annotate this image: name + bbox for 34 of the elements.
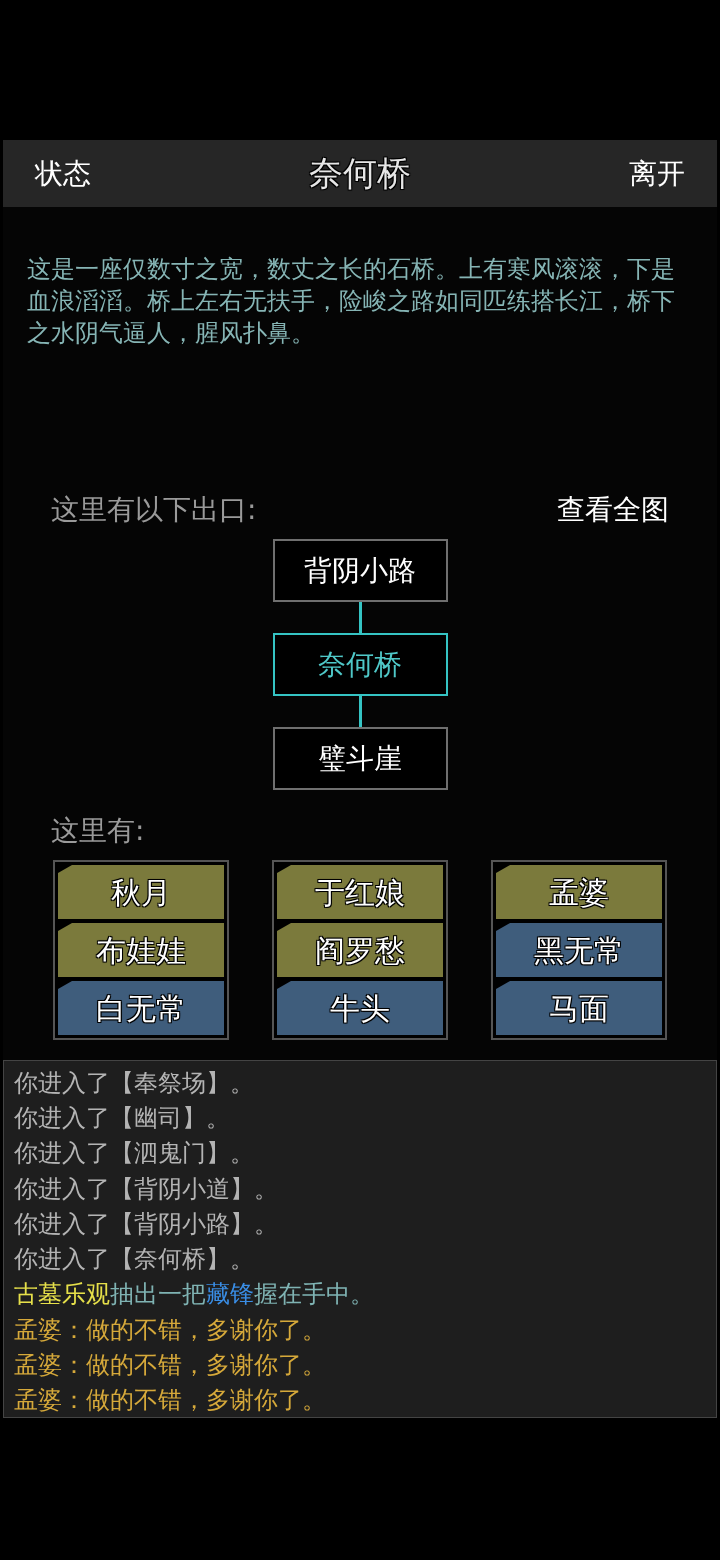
npc-button[interactable]: 布娃娃: [58, 923, 224, 977]
status-button[interactable]: 状态: [35, 152, 91, 195]
log-text: 你进入了【奉祭场】。: [14, 1067, 254, 1099]
npc-button[interactable]: 于红娘: [277, 865, 443, 919]
npc-button[interactable]: 孟婆: [496, 865, 662, 919]
npc-button[interactable]: 牛头: [277, 981, 443, 1035]
log-text: 你进入了【幽司】。: [14, 1102, 230, 1134]
log-text: 你进入了【泗鬼门】。: [14, 1138, 254, 1170]
location-description: 这是一座仅数寸之宽，数丈之长的石桥。上有寒风滚滚，下是血浪滔滔。桥上左右无扶手，险峻之路如同匹练搭长江，桥下之水阴气逼人，腥风扑鼻。: [27, 254, 676, 349]
leave-button[interactable]: 离开: [629, 152, 685, 195]
exit-node[interactable]: 背阴小路: [272, 539, 448, 602]
location-title: 奈何桥: [309, 152, 411, 195]
log-text: 孟婆：做的不错，多谢你了。: [14, 1350, 326, 1382]
log-text: 握在手中。: [254, 1279, 374, 1311]
npc-button[interactable]: 白无常: [58, 981, 224, 1035]
connector-line: [358, 602, 362, 633]
log-text: 藏锋: [206, 1279, 254, 1311]
exit-node[interactable]: 璧斗崖: [272, 727, 448, 790]
log-text: 你进入了【奈何桥】。: [14, 1244, 254, 1276]
npc-button[interactable]: 阎罗愁: [277, 923, 443, 977]
log-text: 孟婆：做的不错，多谢你了。: [14, 1385, 326, 1417]
log-text: 你进入了【背阴小道】。: [14, 1173, 278, 1205]
npc-button[interactable]: 黑无常: [496, 923, 662, 977]
log-text: 古墓乐观: [14, 1279, 110, 1311]
view-map-link[interactable]: 查看全图: [557, 489, 669, 531]
log-text: 孟婆：做的不错，多谢你了。: [14, 1314, 326, 1346]
connector-line: [358, 696, 362, 727]
exits-label: 这里有以下出口:: [51, 492, 257, 528]
npcs-label: 这里有:: [51, 813, 146, 849]
exit-node[interactable]: 奈何桥: [272, 633, 448, 696]
log-text: 抽出一把: [110, 1279, 206, 1311]
log-text: 你进入了【背阴小路】。: [14, 1208, 278, 1240]
npc-button[interactable]: 马面: [496, 981, 662, 1035]
npc-button[interactable]: 秋月: [58, 865, 224, 919]
